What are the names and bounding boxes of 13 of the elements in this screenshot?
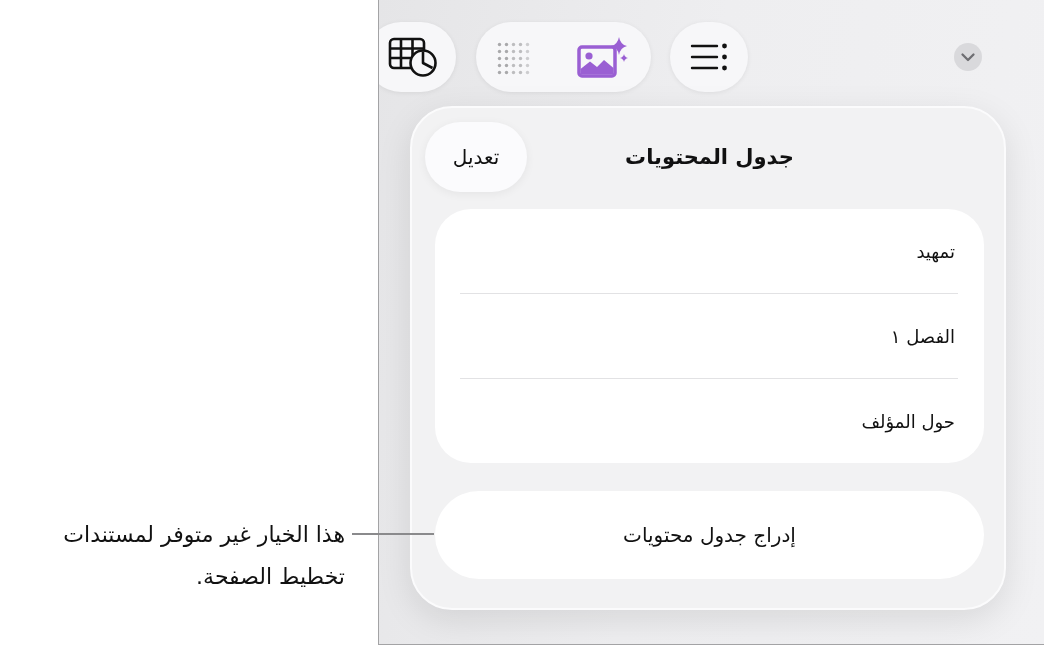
contents-entry[interactable]: الفصل ١ — [460, 294, 958, 379]
contents-entry[interactable]: حول المؤلف — [460, 379, 958, 463]
table-chart-button[interactable] — [379, 22, 456, 92]
chevron-down-icon[interactable] — [954, 43, 982, 71]
image-sparkle-icon[interactable] — [577, 36, 629, 78]
dot-grid-icon[interactable] — [497, 41, 530, 75]
popover-title: جدول المحتويات — [625, 145, 794, 169]
list-icon — [690, 43, 728, 71]
contents-entry[interactable]: تمهيد — [460, 209, 958, 294]
insert-button[interactable]: إدراج جدول محتويات — [435, 491, 984, 579]
edit-button[interactable]: تعديل — [425, 122, 527, 192]
table-chart-icon — [388, 36, 438, 78]
callout-text: هذا الخيار غير متوفر لمستندات تخطيط الصفحة. — [62, 521, 345, 591]
